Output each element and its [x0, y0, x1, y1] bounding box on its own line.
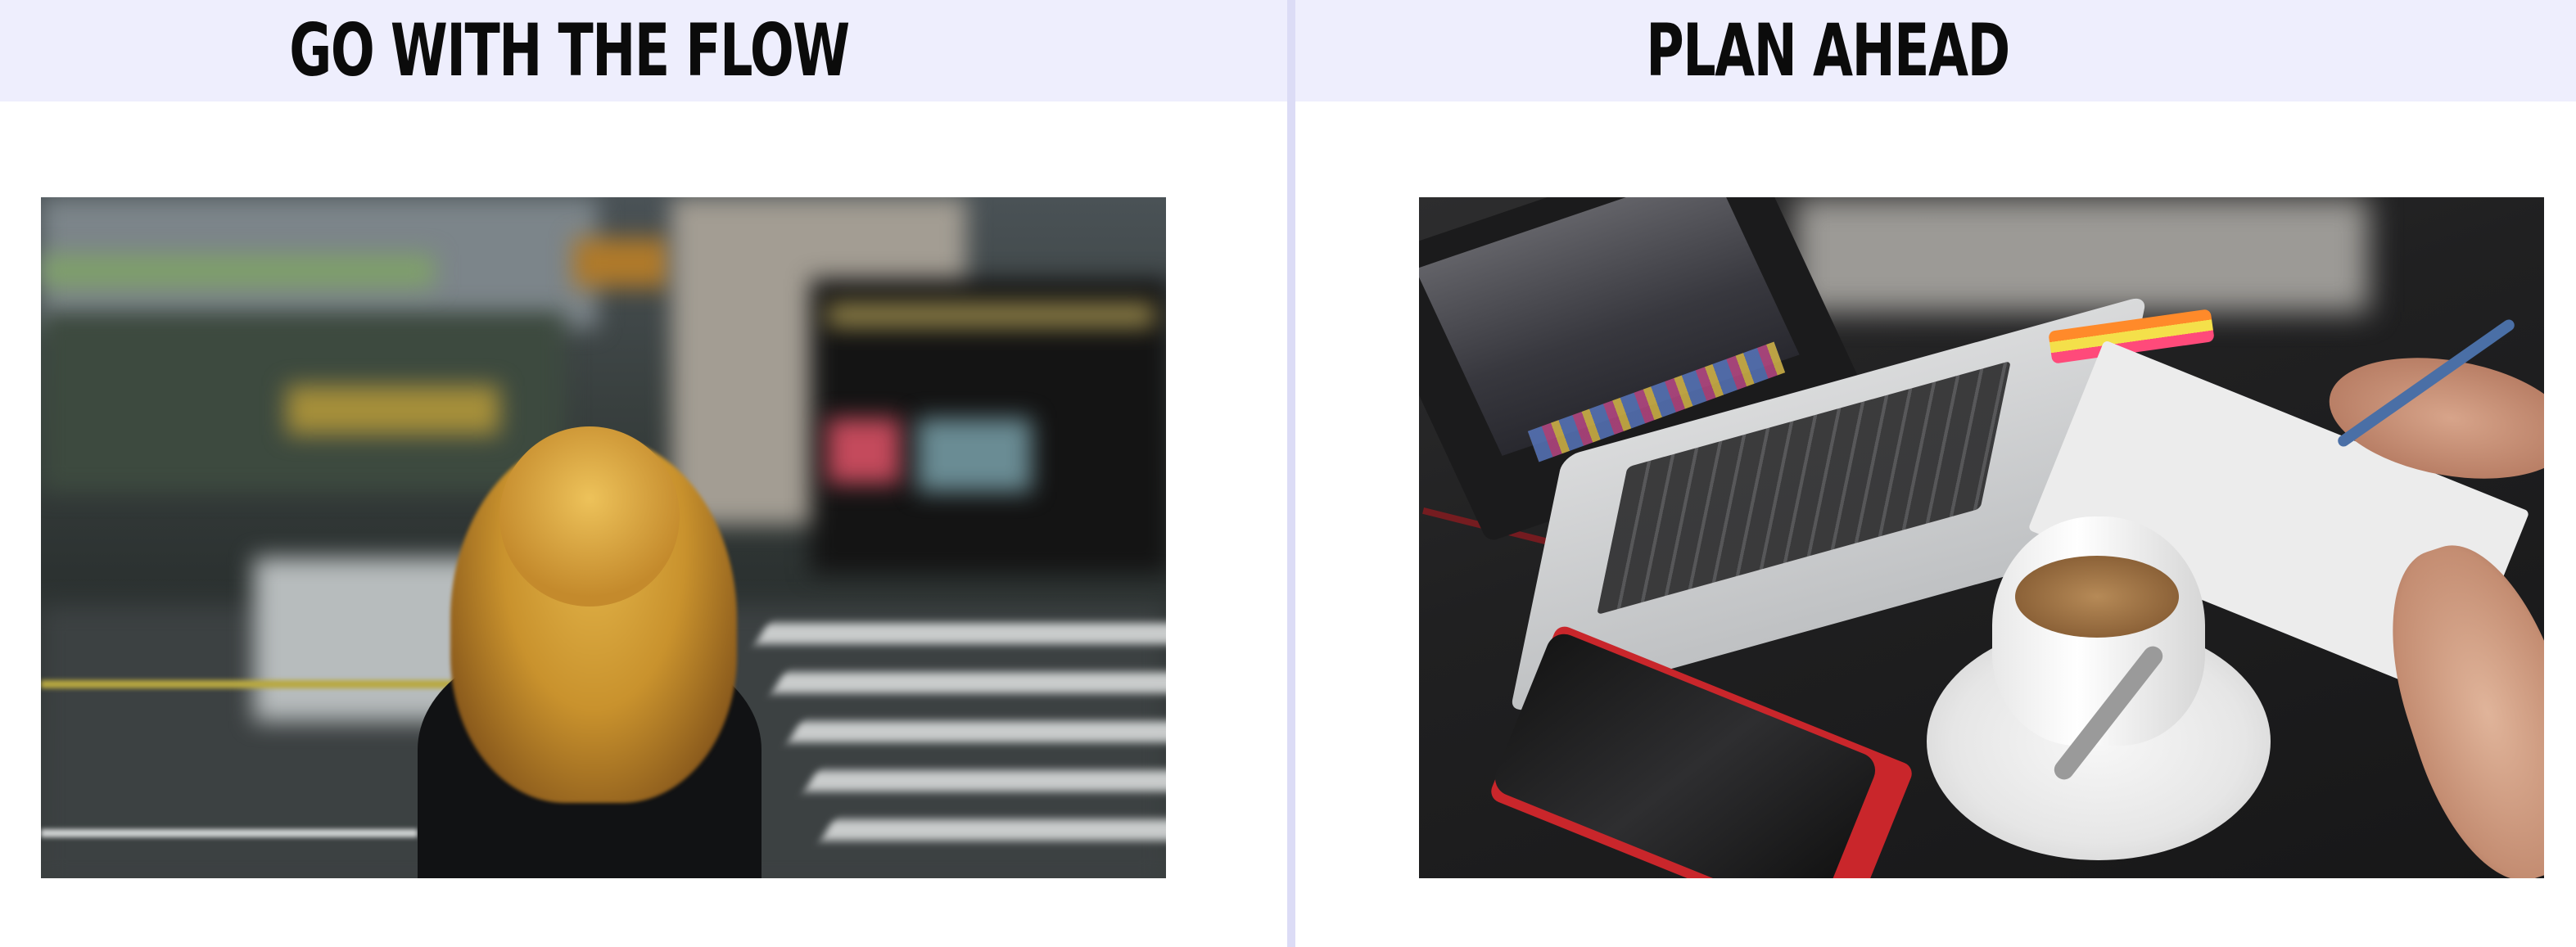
comparison-page: GO WITH THE FLOW PLAN AHEAD [0, 0, 2576, 947]
panel-heading: PLAN AHEAD [1646, 8, 2010, 92]
window-light [1796, 197, 2369, 312]
crosswalk-stripe [755, 623, 1166, 644]
crosswalk-stripe [788, 721, 1166, 742]
desk-photo [1419, 197, 2544, 878]
crosswalk-stripe [771, 672, 1166, 693]
road-white-line [41, 829, 418, 837]
blurred-pedestrian [917, 418, 1032, 492]
road-yellow-line [41, 680, 499, 688]
smartphone [1489, 629, 1881, 878]
woman-head [499, 426, 680, 607]
crosswalk-stripe [804, 770, 1166, 791]
blurred-sign [41, 255, 434, 287]
panel-divider [1287, 0, 1295, 947]
street-photo [41, 197, 1166, 878]
panel-plan-ahead: PLAN AHEAD [1295, 0, 2576, 947]
blurred-lamp [573, 238, 671, 287]
panel-go-with-the-flow: GO WITH THE FLOW [0, 0, 1287, 947]
panel-heading: GO WITH THE FLOW [289, 8, 850, 92]
street-scene [41, 197, 1166, 878]
coffee [2015, 556, 2179, 638]
crosswalk-stripe [820, 819, 1166, 841]
blurred-pedestrian [827, 418, 901, 484]
desk-scene [1419, 197, 2544, 878]
blurred-window-light [287, 386, 499, 435]
blurred-ceiling-lights [827, 304, 1155, 327]
